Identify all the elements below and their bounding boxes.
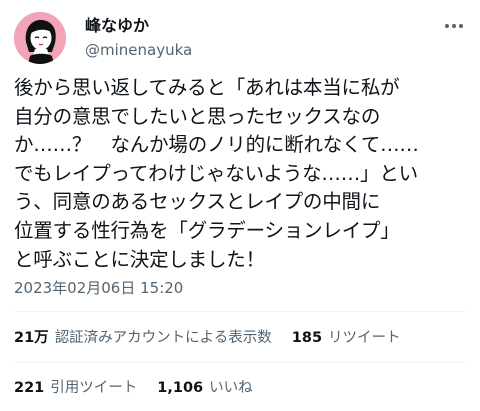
tweet-text-line: か……？ なんか場のノリ的に断れなくて…… (14, 133, 419, 157)
avatar[interactable] (14, 12, 66, 64)
tweet-timestamp[interactable]: 2023年02月06日 15:20 (14, 278, 183, 298)
views-label: 認証済みアカウントによる表示数 (54, 330, 272, 346)
tweet-text: 後から思い返してみると「あれは本当に私が 自分の意思でしたいと思ったセックスなの… (14, 74, 470, 274)
tweet-text-line: 後から思い返してみると「あれは本当に私が (14, 76, 400, 99)
tweet-text-line: でもレイプってわけじゃないような……」とい (14, 161, 418, 185)
retweets-label[interactable]: リツイート (328, 330, 401, 346)
tweet-text-line: と呼ぶことに決定しました！ (14, 247, 265, 271)
likes-count[interactable]: 1,106 (157, 380, 203, 396)
retweets-count[interactable]: 185 (292, 330, 322, 346)
likes-label[interactable]: いいね (209, 380, 253, 396)
more-horizontal-icon[interactable] (442, 18, 466, 34)
views-retweets-row: 21万 認証済みアカウントによる表示数 185 リツイート (14, 328, 401, 348)
divider (14, 311, 466, 312)
views-count: 21万 (14, 330, 49, 346)
tweet: 峰なゆか @minenayuka 後から思い返してみると「あれは本当に私が 自分… (0, 0, 480, 411)
tweet-text-line: 位置する性行為を「グラデーションレイプ」 (14, 218, 400, 242)
quotes-likes-row: 221 引用ツイート 1,106 いいね (14, 378, 253, 398)
avatar-illustration-icon (14, 12, 66, 64)
quotes-count[interactable]: 221 (14, 380, 44, 396)
tweet-text-line: 自分の意思でしたいと思ったセックスなの (14, 104, 381, 128)
author-display-name[interactable]: 峰なゆか (85, 16, 149, 36)
quotes-label[interactable]: 引用ツイート (50, 380, 137, 396)
tweet-header: 峰なゆか @minenayuka (14, 12, 470, 68)
author-handle[interactable]: @minenayuka (85, 40, 192, 60)
divider (14, 362, 466, 363)
tweet-text-line: う、同意のあるセックスとレイプの中間に (14, 190, 381, 214)
